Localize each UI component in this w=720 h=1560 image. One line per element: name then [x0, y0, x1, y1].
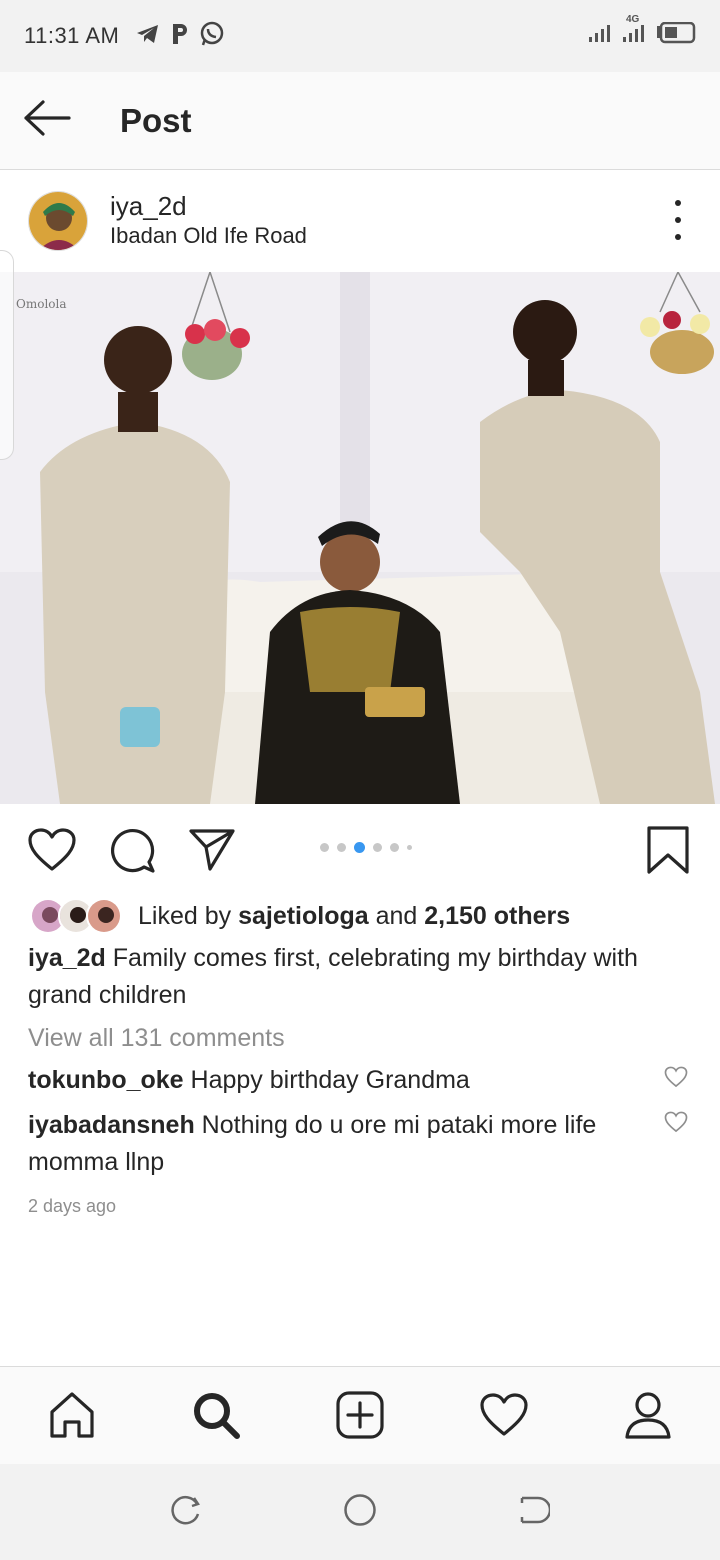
- carousel-dot-active: [354, 842, 365, 853]
- svg-text:Omolola: Omolola: [16, 297, 67, 311]
- likes-middle: and: [368, 901, 425, 930]
- comment-item: iyabadansneh Nothing do u ore mi pataki …: [28, 1107, 648, 1181]
- signal-icon: [588, 22, 614, 49]
- nav-profile-button[interactable]: [620, 1389, 676, 1445]
- new-post-icon: [335, 1390, 385, 1445]
- nav-new-post-button[interactable]: [332, 1389, 388, 1445]
- recent-apps-button[interactable]: [168, 1494, 204, 1530]
- comment-like-button[interactable]: [664, 1066, 688, 1090]
- avatar[interactable]: [28, 191, 88, 251]
- profile-icon: [623, 1390, 673, 1445]
- comment-like-button[interactable]: [664, 1111, 688, 1135]
- heart-icon: [664, 1066, 688, 1092]
- activity-icon: [479, 1392, 529, 1443]
- bookmark-icon: [646, 825, 690, 880]
- system-nav-bar: [0, 1464, 720, 1560]
- comment-username[interactable]: tokunbo_oke: [28, 1066, 184, 1094]
- comment-icon: [108, 826, 156, 879]
- post-username[interactable]: iya_2d: [110, 191, 307, 221]
- avatar: [86, 898, 122, 934]
- bookmark-button[interactable]: [642, 825, 694, 880]
- signal-4g-icon: 4G: [622, 14, 648, 49]
- nav-activity-button[interactable]: [476, 1389, 532, 1445]
- post-location[interactable]: Ibadan Old Ife Road: [110, 221, 307, 251]
- more-vertical-icon: [675, 200, 681, 206]
- comment-item: tokunbo_oke Happy birthday Grandma: [28, 1062, 648, 1099]
- comment-username[interactable]: iyabadansneh: [28, 1111, 195, 1139]
- status-time: 11:31 AM: [24, 23, 120, 48]
- network-label: 4G: [626, 14, 640, 25]
- whatsapp-icon: [199, 21, 225, 52]
- like-button[interactable]: [26, 826, 78, 878]
- status-right: 4G: [588, 14, 696, 49]
- bottom-nav: [0, 1366, 720, 1464]
- recent-apps-icon: [170, 1494, 202, 1531]
- view-all-comments-link[interactable]: View all 131 comments: [28, 1024, 285, 1053]
- likes-others[interactable]: 2,150 others: [424, 902, 570, 930]
- status-app-icons: [135, 21, 225, 52]
- nav-home-button[interactable]: [44, 1389, 100, 1445]
- home-circle-icon: [343, 1493, 377, 1532]
- likes-prefix: Liked by: [138, 901, 239, 930]
- home-icon: [47, 1390, 97, 1445]
- post-caption: iya_2d Family comes first, celebrating m…: [28, 940, 688, 1014]
- share-icon: [188, 827, 236, 878]
- more-options-button[interactable]: [666, 200, 690, 240]
- post-photo[interactable]: Omolola: [0, 272, 720, 804]
- battery-icon: [656, 21, 696, 49]
- back-icon: [518, 1494, 552, 1531]
- likes-text: Liked by sajetiologa and 2,150 others: [138, 902, 570, 931]
- status-bar: 11:31 AM 4G: [0, 0, 720, 72]
- carousel-dot: [320, 843, 329, 852]
- share-button[interactable]: [186, 826, 238, 878]
- likes-row[interactable]: Liked by sajetiologa and 2,150 others: [30, 896, 570, 936]
- post-timestamp: 2 days ago: [28, 1196, 117, 1216]
- back-arrow-icon: [23, 98, 73, 143]
- back-button[interactable]: [0, 72, 96, 170]
- side-edge-tab[interactable]: [0, 250, 14, 460]
- telegram-icon: [135, 22, 161, 51]
- post-header: iya_2d Ibadan Old Ife Road: [0, 170, 720, 272]
- like-icon: [27, 827, 77, 878]
- carousel-dot: [337, 843, 346, 852]
- page-title: Post: [120, 101, 192, 139]
- caption-username[interactable]: iya_2d: [28, 944, 106, 972]
- carousel-dot: [390, 843, 399, 852]
- comment-text: Happy birthday Grandma: [183, 1066, 470, 1094]
- liker-username[interactable]: sajetiologa: [238, 902, 369, 930]
- comment-button[interactable]: [106, 826, 158, 878]
- nav-search-button[interactable]: [188, 1389, 244, 1445]
- back-system-button[interactable]: [516, 1494, 552, 1530]
- liker-avatars: [30, 898, 122, 934]
- heart-icon: [664, 1111, 688, 1137]
- carousel-dot: [407, 845, 412, 850]
- caption-text: Family comes first, celebrating my birth…: [28, 944, 638, 1009]
- p-icon: [169, 22, 191, 51]
- home-system-button[interactable]: [342, 1493, 378, 1532]
- carousel-dot: [373, 843, 382, 852]
- top-app-bar: Post: [0, 72, 720, 170]
- user-info: iya_2d Ibadan Old Ife Road: [110, 191, 307, 251]
- carousel-indicator: [320, 842, 412, 853]
- search-icon: [191, 1390, 241, 1445]
